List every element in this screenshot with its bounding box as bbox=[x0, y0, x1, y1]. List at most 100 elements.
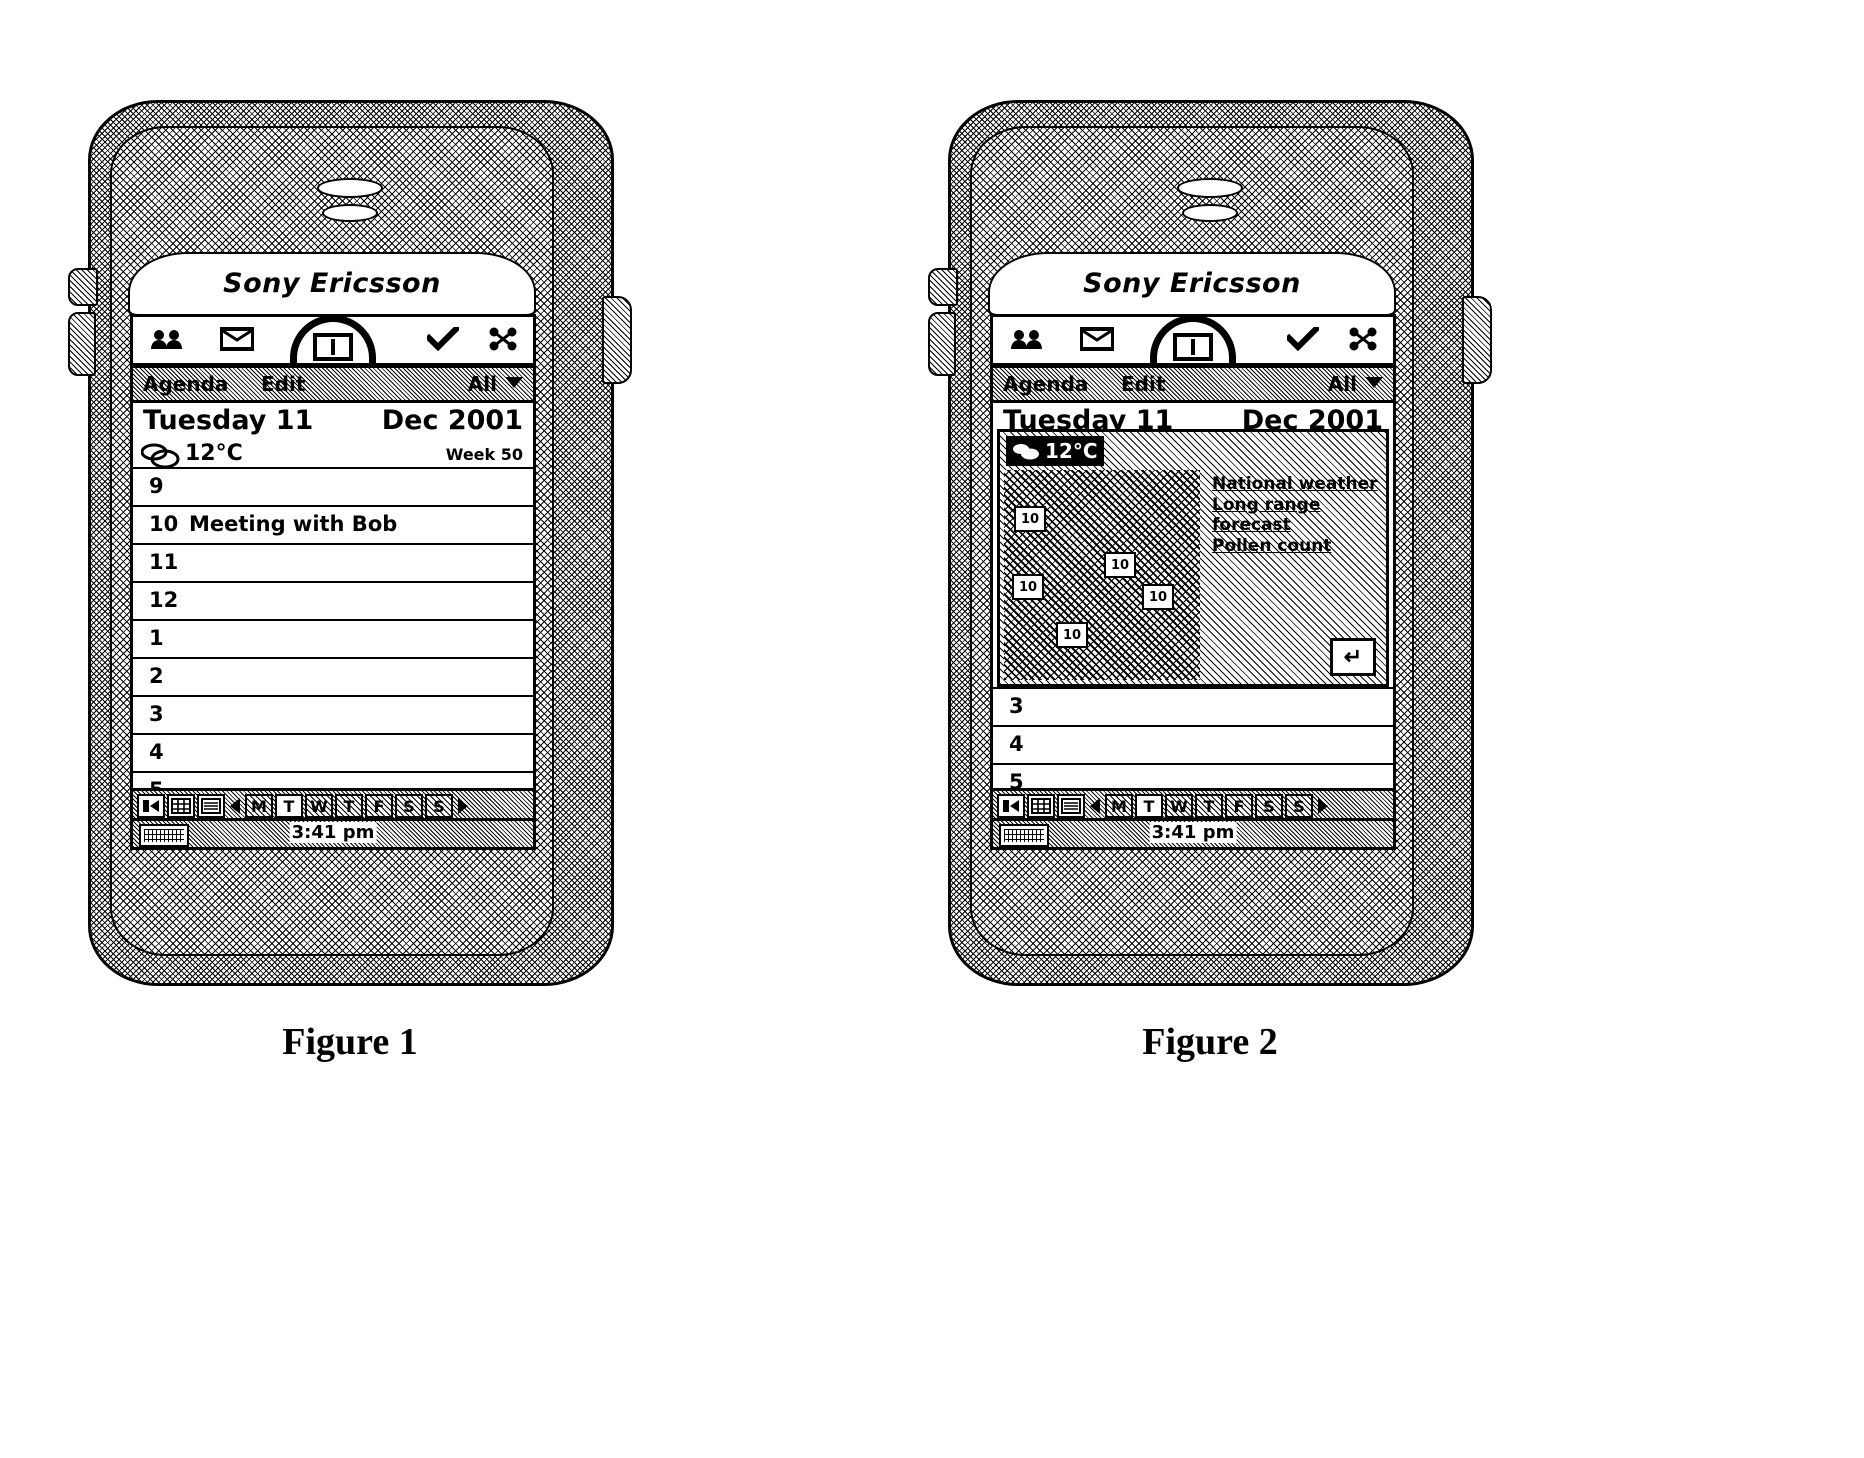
bottom-toolbar: M T W T F S S bbox=[993, 788, 1393, 821]
clock-label: 3:41 pm bbox=[1149, 822, 1237, 843]
agenda-slot-list: 3 4 5 bbox=[993, 687, 1393, 795]
apps-icon[interactable] bbox=[483, 323, 523, 355]
side-button-bottom[interactable] bbox=[928, 312, 956, 376]
keyboard-icon[interactable] bbox=[999, 824, 1049, 847]
next-day-icon[interactable] bbox=[1315, 794, 1331, 818]
day-button-fri[interactable]: F bbox=[365, 794, 393, 818]
map-pin: 10 bbox=[1056, 622, 1088, 648]
cloud-icon bbox=[1013, 444, 1039, 460]
map-pin: 10 bbox=[1014, 506, 1046, 532]
apps-icon[interactable] bbox=[1343, 323, 1383, 355]
status-bar: 3:41 pm bbox=[993, 818, 1393, 847]
agenda-slot[interactable]: 9 bbox=[133, 467, 533, 505]
agenda-slot[interactable]: 4 bbox=[993, 725, 1393, 763]
list-view-icon[interactable] bbox=[197, 794, 225, 818]
menu-item-edit[interactable]: Edit bbox=[261, 372, 305, 396]
agenda-slot[interactable]: 11 bbox=[133, 543, 533, 581]
device-1: Sony Ericsson Agenda Edit All Tuesday 11… bbox=[68, 100, 632, 986]
menu-item-agenda[interactable]: Agenda bbox=[143, 372, 228, 396]
side-button-top[interactable] bbox=[68, 268, 98, 306]
slot-hour: 4 bbox=[1009, 732, 1024, 756]
slot-hour: 3 bbox=[149, 702, 164, 726]
menu-bar: Agenda Edit All bbox=[133, 368, 533, 403]
keyboard-icon[interactable] bbox=[139, 824, 189, 847]
agenda-slot[interactable]: 10 Meeting with Bob bbox=[133, 505, 533, 543]
jump-icon[interactable] bbox=[137, 794, 165, 818]
overlay-temp-label: 12°C bbox=[1045, 439, 1098, 463]
agenda-slot[interactable]: 1 bbox=[133, 619, 533, 657]
day-button-thu[interactable]: T bbox=[335, 794, 363, 818]
agenda-slot[interactable]: 12 bbox=[133, 581, 533, 619]
list-view-icon[interactable] bbox=[1057, 794, 1085, 818]
slot-hour: 12 bbox=[149, 588, 179, 612]
side-button-bottom[interactable] bbox=[68, 312, 96, 376]
contacts-icon[interactable] bbox=[147, 323, 187, 355]
prev-day-icon[interactable] bbox=[1087, 794, 1103, 818]
slot-hour: 1 bbox=[149, 626, 164, 650]
slot-hour: 2 bbox=[149, 664, 164, 688]
side-button-right[interactable] bbox=[602, 296, 632, 384]
slot-hour: 9 bbox=[149, 474, 164, 498]
map-pin: 10 bbox=[1104, 552, 1136, 578]
side-button-right[interactable] bbox=[1462, 296, 1492, 384]
figure-caption: Figure 2 bbox=[1142, 1021, 1278, 1063]
device-2: Sony Ericsson Agenda Edit All Tuesday 11… bbox=[928, 100, 1492, 986]
figure-2: Sony Ericsson Agenda Edit All Tuesday 11… bbox=[900, 100, 1520, 1100]
calendar-icon[interactable] bbox=[290, 315, 376, 363]
day-button-sun[interactable]: S bbox=[425, 794, 453, 818]
link-pollen-count[interactable]: Pollen count bbox=[1212, 536, 1380, 557]
day-button-tue[interactable]: T bbox=[275, 794, 303, 818]
tasks-check-icon[interactable] bbox=[423, 323, 463, 355]
link-long-range-forecast[interactable]: Long range forecast bbox=[1212, 495, 1380, 536]
prev-day-icon[interactable] bbox=[227, 794, 243, 818]
agenda-slot[interactable]: 2 bbox=[133, 657, 533, 695]
jump-icon[interactable] bbox=[997, 794, 1025, 818]
speaker-grille-lower bbox=[1182, 204, 1238, 222]
message-icon[interactable] bbox=[1077, 323, 1117, 355]
next-day-icon[interactable] bbox=[455, 794, 471, 818]
day-button-thu[interactable]: T bbox=[1195, 794, 1223, 818]
day-button-tue[interactable]: T bbox=[1135, 794, 1163, 818]
slot-hour: 3 bbox=[1009, 694, 1024, 718]
side-button-top[interactable] bbox=[928, 268, 958, 306]
filter-dropdown-label[interactable]: All bbox=[468, 372, 497, 396]
month-view-icon[interactable] bbox=[167, 794, 195, 818]
day-button-wed[interactable]: W bbox=[1165, 794, 1193, 818]
icon-toolbar bbox=[993, 315, 1393, 368]
link-national-weather[interactable]: National weather bbox=[1212, 474, 1380, 495]
slot-hour: 4 bbox=[149, 740, 164, 764]
device-screen-1: Agenda Edit All Tuesday 11 Dec 2001 12°C… bbox=[130, 314, 536, 850]
brand-bar: Sony Ericsson bbox=[128, 252, 536, 316]
filter-dropdown-label[interactable]: All bbox=[1328, 372, 1357, 396]
temperature-label: 12°C bbox=[185, 441, 243, 466]
speaker-grille-lower bbox=[322, 204, 378, 222]
month-view-icon[interactable] bbox=[1027, 794, 1055, 818]
speaker-grille-upper bbox=[317, 178, 383, 198]
tasks-check-icon[interactable] bbox=[1283, 323, 1323, 355]
calendar-icon[interactable] bbox=[1150, 315, 1236, 363]
day-button-mon[interactable]: M bbox=[245, 794, 273, 818]
contacts-icon[interactable] bbox=[1007, 323, 1047, 355]
chevron-down-icon[interactable] bbox=[1365, 377, 1383, 388]
day-button-sun[interactable]: S bbox=[1285, 794, 1313, 818]
message-icon[interactable] bbox=[217, 323, 257, 355]
agenda-slot[interactable]: 4 bbox=[133, 733, 533, 771]
agenda-slot[interactable]: 3 bbox=[993, 687, 1393, 725]
slot-hour: 10 bbox=[149, 512, 179, 536]
day-button-fri[interactable]: F bbox=[1225, 794, 1253, 818]
day-button-sat[interactable]: S bbox=[395, 794, 423, 818]
day-button-wed[interactable]: W bbox=[305, 794, 333, 818]
menu-item-agenda[interactable]: Agenda bbox=[1003, 372, 1088, 396]
back-button[interactable]: ↵ bbox=[1330, 638, 1376, 676]
page-title: Tuesday 11 bbox=[143, 405, 314, 436]
day-button-mon[interactable]: M bbox=[1105, 794, 1133, 818]
weather-links-list: National weather Long range forecast Pol… bbox=[1212, 474, 1380, 557]
chevron-down-icon[interactable] bbox=[505, 377, 523, 388]
day-button-sat[interactable]: S bbox=[1255, 794, 1283, 818]
weather-map[interactable]: 10 10 10 10 10 bbox=[1004, 470, 1200, 680]
menu-item-edit[interactable]: Edit bbox=[1121, 372, 1165, 396]
menu-bar: Agenda Edit All bbox=[993, 368, 1393, 403]
agenda-slot-list: 9 10Meeting with Bob 11 12 1 2 3 4 5 bbox=[133, 467, 533, 802]
agenda-slot[interactable]: 3 bbox=[133, 695, 533, 733]
month-label: Dec 2001 bbox=[381, 405, 523, 436]
